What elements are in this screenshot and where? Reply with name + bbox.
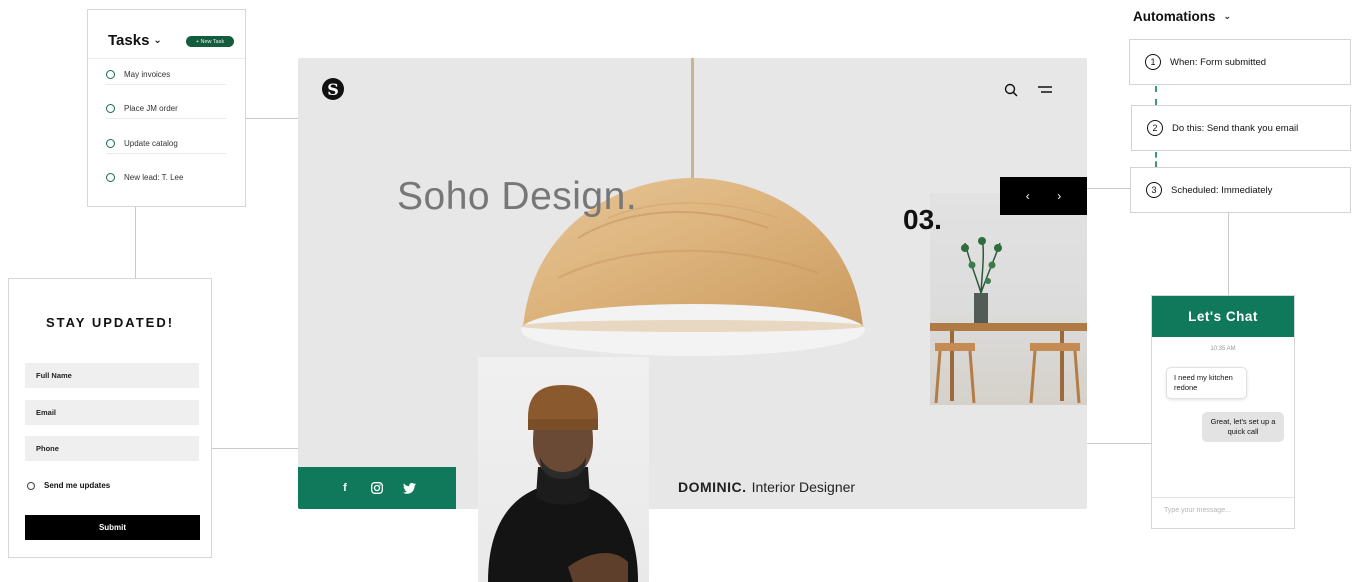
step-number: 1 bbox=[1145, 54, 1161, 70]
chat-timestamp: 10:35 AM bbox=[1210, 346, 1236, 352]
social-bar: f bbox=[298, 467, 456, 509]
task-item[interactable]: May invoices bbox=[106, 65, 226, 85]
slider-arrows: ‹ › bbox=[1000, 177, 1087, 215]
task-checkbox-icon[interactable] bbox=[106, 139, 115, 148]
tasks-card: Tasks ⌄ + New Task May invoices Place JM… bbox=[87, 9, 246, 207]
task-label: May invoices bbox=[124, 70, 171, 79]
task-label: New lead: T. Lee bbox=[124, 172, 184, 182]
task-label: Update catalog bbox=[124, 139, 178, 148]
dashed-connector bbox=[1155, 86, 1157, 105]
designer-role: Interior Designer bbox=[751, 479, 856, 495]
chat-title: Let's Chat bbox=[1152, 296, 1294, 337]
divider bbox=[1152, 497, 1294, 498]
chat-widget: Let's Chat 10:35 AM I need my kitchen re… bbox=[1151, 295, 1295, 529]
menu-icon[interactable] bbox=[1038, 86, 1052, 94]
chat-input[interactable]: Type your message... bbox=[1164, 507, 1231, 514]
task-item[interactable]: New lead: T. Lee bbox=[106, 167, 226, 187]
twitter-icon[interactable] bbox=[402, 481, 416, 495]
task-checkbox-icon[interactable] bbox=[106, 172, 115, 182]
slide-number: 03. bbox=[903, 204, 942, 235]
updates-label: Send me updates bbox=[44, 481, 111, 490]
form-title: STAY UPDATED! bbox=[45, 315, 175, 330]
step-number: 2 bbox=[1147, 120, 1163, 136]
phone-field[interactable]: Phone bbox=[25, 436, 199, 461]
connector-line bbox=[246, 118, 299, 119]
connector-line bbox=[1087, 443, 1152, 444]
new-task-button[interactable]: + New Task bbox=[186, 36, 234, 47]
step-label: When: Form submitted bbox=[1170, 56, 1267, 68]
chevron-right-icon[interactable]: › bbox=[1057, 189, 1061, 203]
designer-caption: DOMINIC. Interior Designer bbox=[678, 479, 855, 495]
hero-title: Soho Design. bbox=[397, 175, 638, 218]
tasks-title: Tasks bbox=[108, 32, 150, 49]
lamp-cord bbox=[691, 58, 694, 181]
connector-line bbox=[1087, 188, 1131, 189]
divider bbox=[88, 58, 245, 59]
outgoing-message: Great, let's set up a quick call bbox=[1202, 412, 1284, 443]
email-field[interactable]: Email bbox=[25, 400, 199, 425]
chevron-down-icon: ⌄ bbox=[153, 35, 162, 46]
designer-portrait-image bbox=[478, 357, 649, 582]
automation-step[interactable]: 1 When: Form submitted bbox=[1129, 39, 1351, 85]
task-item[interactable]: Update catalog bbox=[106, 134, 226, 154]
designer-name: DOMINIC. bbox=[678, 479, 747, 495]
radio-icon[interactable] bbox=[27, 481, 35, 490]
chevron-down-icon: ⌄ bbox=[1223, 11, 1232, 21]
step-label: Scheduled: Immediately bbox=[1171, 184, 1273, 196]
automations-title: Automations bbox=[1133, 9, 1216, 24]
updates-option[interactable]: Send me updates bbox=[27, 481, 110, 490]
step-label: Do this: Send thank you email bbox=[1172, 122, 1299, 134]
automations-dropdown[interactable]: Automations ⌄ bbox=[1133, 9, 1231, 24]
submit-button[interactable]: Submit bbox=[25, 515, 200, 540]
full-name-field[interactable]: Full Name bbox=[25, 363, 199, 388]
website-preview: S Soho Design. ‹ › 03. f DOMINIC. Interi… bbox=[298, 58, 1087, 509]
automation-step[interactable]: 2 Do this: Send thank you email bbox=[1131, 105, 1351, 151]
task-checkbox-icon[interactable] bbox=[106, 70, 115, 79]
dining-room-image bbox=[930, 193, 1087, 405]
task-label: Place JM order bbox=[124, 104, 178, 113]
connector-line bbox=[1228, 213, 1229, 296]
site-logo[interactable]: S bbox=[322, 78, 344, 100]
tasks-dropdown[interactable]: Tasks ⌄ bbox=[108, 32, 162, 49]
dashed-connector bbox=[1155, 152, 1157, 167]
task-item[interactable]: Place JM order bbox=[106, 99, 226, 119]
facebook-icon[interactable]: f bbox=[338, 481, 352, 495]
connector-line bbox=[212, 448, 299, 449]
step-number: 3 bbox=[1146, 182, 1162, 198]
signup-form: STAY UPDATED! Full Name Email Phone Send… bbox=[8, 278, 212, 558]
chevron-left-icon[interactable]: ‹ bbox=[1026, 189, 1030, 203]
task-checkbox-icon[interactable] bbox=[106, 104, 115, 113]
instagram-icon[interactable] bbox=[370, 481, 384, 495]
incoming-message: I need my kitchen redone bbox=[1166, 367, 1247, 400]
connector-line bbox=[135, 207, 136, 279]
automation-step[interactable]: 3 Scheduled: Immediately bbox=[1130, 167, 1351, 213]
search-icon[interactable] bbox=[1004, 83, 1018, 97]
